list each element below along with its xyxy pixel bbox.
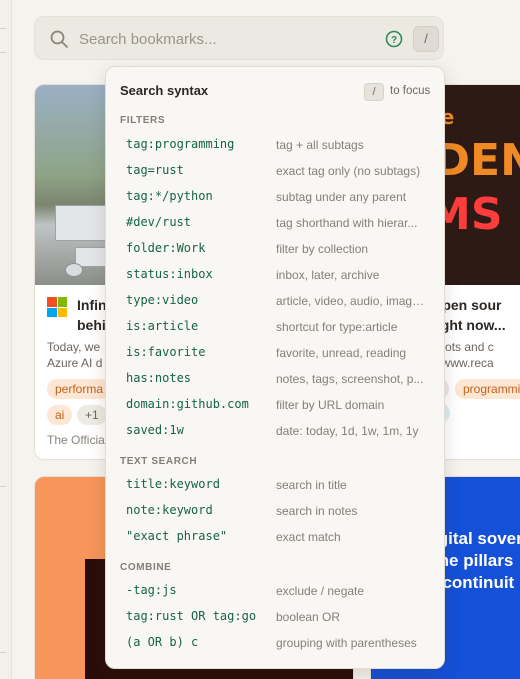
syntax-description: subtag under any parent (276, 190, 407, 204)
tag-pill[interactable]: programmi (455, 379, 520, 399)
syntax-description: exact match (276, 530, 341, 544)
syntax-row[interactable]: -tag:js exclude / negate (126, 581, 432, 603)
syntax-example: is:favorite (126, 345, 206, 359)
syntax-description: exact tag only (no subtags) (276, 164, 421, 178)
tag-pill[interactable]: ai (47, 405, 73, 425)
syntax-row[interactable]: title:keyword search in title (126, 475, 432, 497)
syntax-row[interactable]: has:notes notes, tags, screenshot, p... (126, 369, 432, 391)
syntax-row[interactable]: #dev/rust tag shorthand with hierar... (126, 213, 432, 235)
syntax-description: grouping with parentheses (276, 636, 417, 650)
syntax-row[interactable]: is:article shortcut for type:article (126, 317, 432, 339)
section-title-text-search: TEXT SEARCH (120, 456, 198, 467)
syntax-example: "exact phrase" (126, 529, 228, 543)
focus-key-badge: / (364, 83, 384, 101)
syntax-example: has:notes (126, 371, 192, 385)
syntax-description: shortcut for type:article (276, 320, 398, 334)
section-title-combine: COMBINE (120, 562, 172, 573)
syntax-example: title:keyword (126, 477, 220, 491)
syntax-example: tag:programming (126, 137, 235, 151)
help-icon[interactable]: ? (385, 30, 403, 48)
syntax-row[interactable]: type:video article, video, audio, image..… (126, 291, 432, 313)
thumbnail-text: the pillars (433, 551, 514, 570)
syntax-example: -tag:js (126, 583, 177, 597)
syntax-description: tag + all subtags (276, 138, 364, 152)
syntax-example: note:keyword (126, 503, 213, 517)
search-syntax-popover: Search syntax / to focus FILTERS tag:pro… (105, 66, 445, 669)
syntax-example: is:article (126, 319, 199, 333)
syntax-row[interactable]: tag=rust exact tag only (no subtags) (126, 161, 432, 183)
syntax-example: type:video (126, 293, 199, 307)
syntax-description: filter by collection (276, 242, 369, 256)
tag-pill[interactable]: performa (47, 379, 112, 399)
popover-title: Search syntax (120, 83, 209, 98)
syntax-row[interactable]: tag:rust OR tag:go boolean OR (126, 607, 432, 629)
syntax-description: search in notes (276, 504, 358, 518)
microsoft-logo-icon (47, 297, 67, 317)
syntax-description: notes, tags, screenshot, p... (276, 372, 424, 386)
syntax-row[interactable]: note:keyword search in notes (126, 501, 432, 523)
search-input[interactable] (79, 25, 369, 53)
svg-text:?: ? (391, 35, 397, 46)
thumbnail-text: , continuit (433, 573, 515, 592)
shortcut-key-badge: / (413, 26, 439, 52)
rail-divider (0, 486, 6, 487)
left-rail (0, 0, 12, 679)
thumbnail-tank (65, 263, 83, 277)
thumbnail-text: igital sover (433, 529, 520, 548)
syntax-row[interactable]: is:favorite favorite, unread, reading (126, 343, 432, 365)
syntax-example: tag:*/python (126, 189, 213, 203)
syntax-example: status:inbox (126, 267, 213, 281)
syntax-example: folder:Work (126, 241, 206, 255)
syntax-example: tag:rust OR tag:go (126, 609, 257, 623)
rail-divider (0, 28, 6, 29)
syntax-description: inbox, later, archive (276, 268, 380, 282)
more-tags-badge[interactable]: +1 (77, 405, 107, 425)
syntax-example: (a OR b) c (126, 635, 199, 649)
syntax-row[interactable]: "exact phrase" exact match (126, 527, 432, 549)
syntax-row[interactable]: folder:Work filter by collection (126, 239, 432, 261)
syntax-description: date: today, 1d, 1w, 1m, 1y (276, 424, 419, 438)
syntax-example: saved:1w (126, 423, 184, 437)
syntax-description: exclude / negate (276, 584, 365, 598)
syntax-description: search in title (276, 478, 347, 492)
focus-hint: to focus (390, 85, 431, 97)
syntax-description: tag shorthand with hierar... (276, 216, 418, 230)
syntax-example: domain:github.com (126, 397, 249, 411)
syntax-row[interactable]: saved:1w date: today, 1d, 1w, 1m, 1y (126, 421, 432, 443)
syntax-row[interactable]: domain:github.com filter by URL domain (126, 395, 432, 417)
syntax-description: favorite, unread, reading (276, 346, 407, 360)
rail-divider (0, 652, 6, 653)
syntax-row[interactable]: tag:programming tag + all subtags (126, 135, 432, 157)
syntax-example: #dev/rust (126, 215, 192, 229)
syntax-row[interactable]: status:inbox inbox, later, archive (126, 265, 432, 287)
section-title-filters: FILTERS (120, 115, 166, 126)
syntax-example: tag=rust (126, 163, 184, 177)
card-source: The Officia (47, 433, 105, 447)
search-bar: ? / (34, 16, 444, 60)
syntax-description: boolean OR (276, 610, 341, 624)
search-icon (50, 30, 68, 48)
syntax-row[interactable]: (a OR b) c grouping with parentheses (126, 633, 432, 655)
rail-divider (0, 52, 6, 53)
syntax-row[interactable]: tag:*/python subtag under any parent (126, 187, 432, 209)
syntax-description: filter by URL domain (276, 398, 385, 412)
syntax-description: article, video, audio, image... (276, 294, 426, 308)
